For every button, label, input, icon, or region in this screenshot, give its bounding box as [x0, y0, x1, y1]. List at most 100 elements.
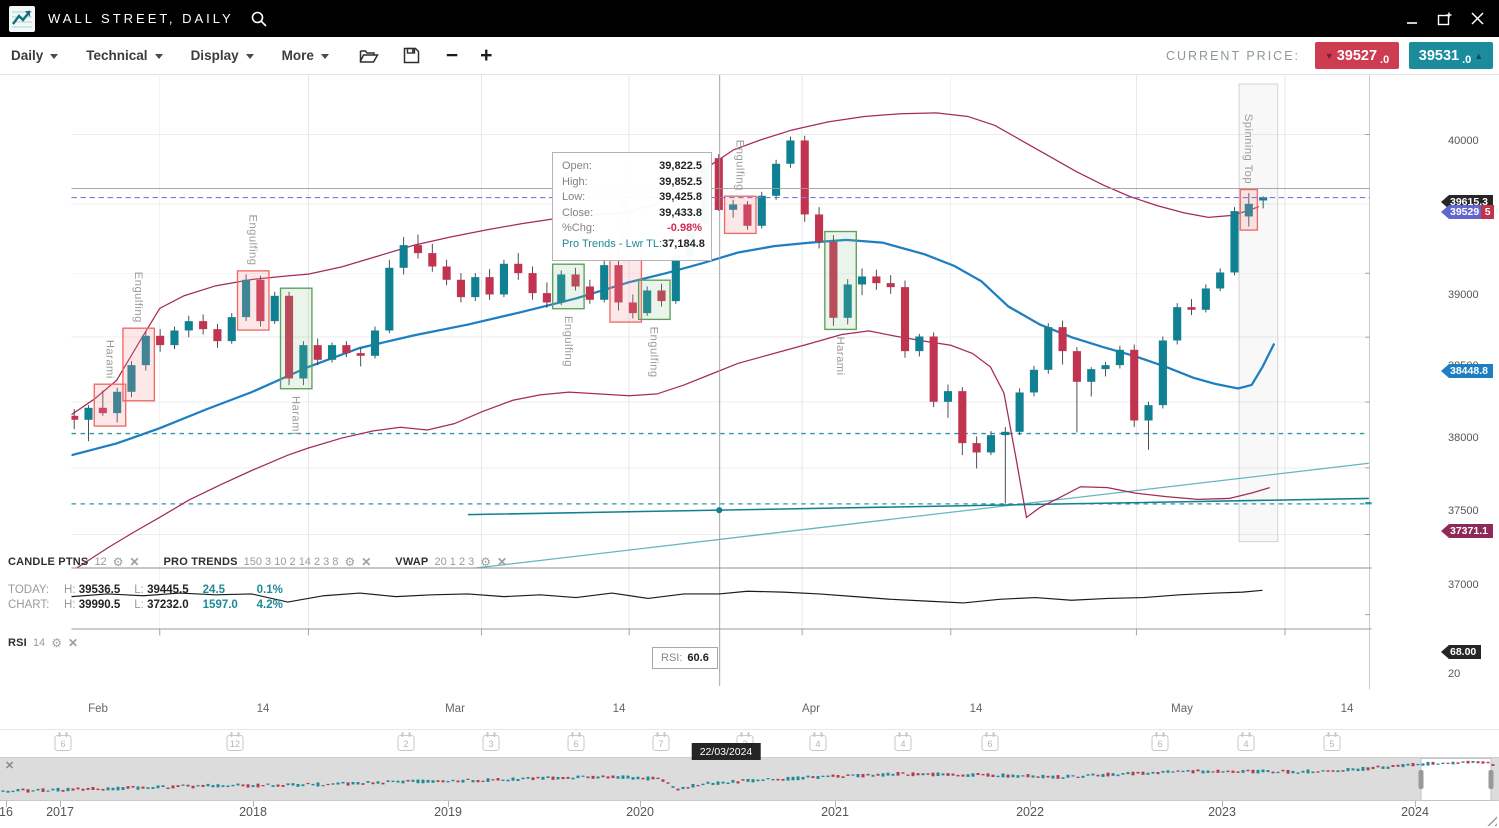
timeline-navigator: ✕ 1620172018201920202021202220232024 — [0, 757, 1499, 828]
rsi-tooltip: RSI:60.6 — [652, 647, 718, 669]
buy-price-button[interactable]: 39531.0▲ — [1409, 42, 1493, 69]
gear-icon[interactable]: ⚙ — [51, 637, 62, 649]
price-tag: 68.00 — [1441, 645, 1481, 659]
gear-icon[interactable]: ⚙ — [344, 556, 355, 568]
price-chart[interactable]: HaramiEngulfingEngulfingHaramiEngulfingE… — [0, 75, 1443, 757]
month-label: 14 — [1341, 703, 1354, 715]
date-chip[interactable]: 6 — [55, 735, 72, 751]
titlebar: WALL STREET, DAILY — [0, 0, 1499, 37]
legend-rsi: RSI 14 ⚙ ✕ — [8, 637, 78, 649]
candle — [70, 416, 78, 420]
date-chip[interactable]: 2 — [398, 735, 415, 751]
tooltip-value: -0.98% — [667, 221, 702, 237]
candle — [973, 443, 981, 452]
open-folder-icon[interactable] — [359, 48, 379, 64]
navigator-chart[interactable] — [0, 758, 1499, 802]
candle — [1059, 327, 1067, 351]
resize-handle[interactable] — [1485, 814, 1497, 826]
close-icon[interactable]: ✕ — [497, 556, 507, 568]
year-label: 2023 — [1208, 805, 1236, 819]
tooltip-row: Low:39,425.8 — [562, 190, 702, 206]
date-chip[interactable]: 12 — [227, 735, 244, 751]
axis-divider — [0, 729, 1499, 730]
year-label: 2022 — [1016, 805, 1044, 819]
candle — [170, 330, 178, 345]
candle — [400, 245, 408, 268]
zoom-in-icon[interactable]: + — [480, 46, 492, 66]
pattern-label: Engulfing — [132, 272, 144, 323]
navigator-left-handle — [1419, 770, 1424, 789]
candle — [185, 321, 193, 330]
date-chip[interactable]: 6 — [982, 735, 999, 751]
legend-name: PRO TRENDS — [164, 556, 238, 568]
month-label: Apr — [802, 703, 820, 715]
navigator-track[interactable] — [0, 757, 1499, 801]
date-chip[interactable]: 3 — [483, 735, 500, 751]
month-label: May — [1171, 703, 1193, 715]
gear-icon[interactable]: ⚙ — [480, 556, 491, 568]
candle — [715, 158, 723, 210]
year-label: 2019 — [434, 805, 462, 819]
vwap-line — [468, 498, 1369, 514]
candle — [486, 277, 494, 294]
pattern-label: Engulfing — [562, 316, 574, 367]
tooltip-value: 39,433.8 — [659, 206, 702, 222]
price-tag: 395295 — [1441, 205, 1494, 219]
chart-stats-row: CHART: H: 39990.5 L: 37232.0 1597.0 4.2% — [8, 599, 297, 611]
trend-line — [470, 463, 1369, 568]
tooltip-label: %Chg: — [562, 221, 595, 237]
pattern-box-engulfing — [553, 264, 584, 309]
tooltip-row: High:39,852.5 — [562, 175, 702, 191]
menu-more[interactable]: More — [282, 48, 329, 63]
candle — [586, 286, 594, 299]
search-icon[interactable] — [250, 10, 268, 28]
pattern-box-harami — [825, 232, 856, 330]
sell-price-button[interactable]: ▼39527.0 — [1315, 42, 1399, 69]
date-chip[interactable]: 4 — [1238, 735, 1255, 751]
today-low: 39445.5 — [147, 584, 189, 596]
navigator-close-icon[interactable]: ✕ — [5, 759, 14, 772]
legend-params: 14 — [33, 637, 45, 649]
candle — [872, 276, 880, 283]
popout-icon[interactable] — [1437, 11, 1453, 27]
pattern-box-spinning-top — [1240, 190, 1257, 231]
candle — [1144, 405, 1152, 420]
menu-display[interactable]: Display — [191, 48, 254, 63]
menu-technical[interactable]: Technical — [86, 48, 162, 63]
navigator-selection — [1421, 759, 1491, 801]
zoom-out-icon[interactable]: − — [446, 46, 458, 66]
date-chip[interactable]: 7 — [653, 735, 670, 751]
price-tag: 37371.1 — [1441, 524, 1493, 538]
close-icon[interactable]: ✕ — [361, 556, 371, 568]
window-controls — [1406, 11, 1485, 27]
today-stats-row: TODAY: H: 39536.5 L: 39445.5 24.5 0.1% — [8, 584, 297, 596]
date-chip[interactable]: 6 — [1152, 735, 1169, 751]
tooltip-row: Open:39,822.5 — [562, 159, 702, 175]
date-chip[interactable]: 4 — [895, 735, 912, 751]
tooltip-label: Close: — [562, 206, 593, 222]
year-tick — [1415, 801, 1416, 807]
app-logo-icon — [9, 6, 35, 32]
close-icon[interactable]: ✕ — [68, 637, 78, 649]
price-axis[interactable]: 4000039000385003800037500370002039615.33… — [1443, 75, 1499, 757]
gear-icon[interactable]: ⚙ — [113, 556, 124, 568]
candle — [428, 253, 436, 266]
save-icon[interactable] — [403, 47, 420, 64]
tooltip-label: Open: — [562, 159, 592, 175]
candle — [1230, 211, 1238, 272]
candle — [858, 276, 866, 284]
candle — [514, 264, 522, 273]
date-chip[interactable]: 6 — [568, 735, 585, 751]
minimize-icon[interactable] — [1406, 12, 1420, 26]
candle — [1030, 370, 1038, 393]
pattern-box-harami — [94, 384, 125, 426]
date-chip[interactable]: 5 — [1324, 735, 1341, 751]
year-tick — [6, 801, 7, 807]
axis-tick-label: 37500 — [1448, 505, 1479, 517]
date-chip[interactable]: 4 — [810, 735, 827, 751]
menu-timeframe[interactable]: Daily — [11, 48, 58, 63]
legend-name: RSI — [8, 637, 27, 649]
tooltip-value: 37,184.8 — [662, 237, 705, 253]
close-icon[interactable] — [1470, 11, 1485, 26]
close-icon[interactable]: ✕ — [129, 556, 139, 568]
